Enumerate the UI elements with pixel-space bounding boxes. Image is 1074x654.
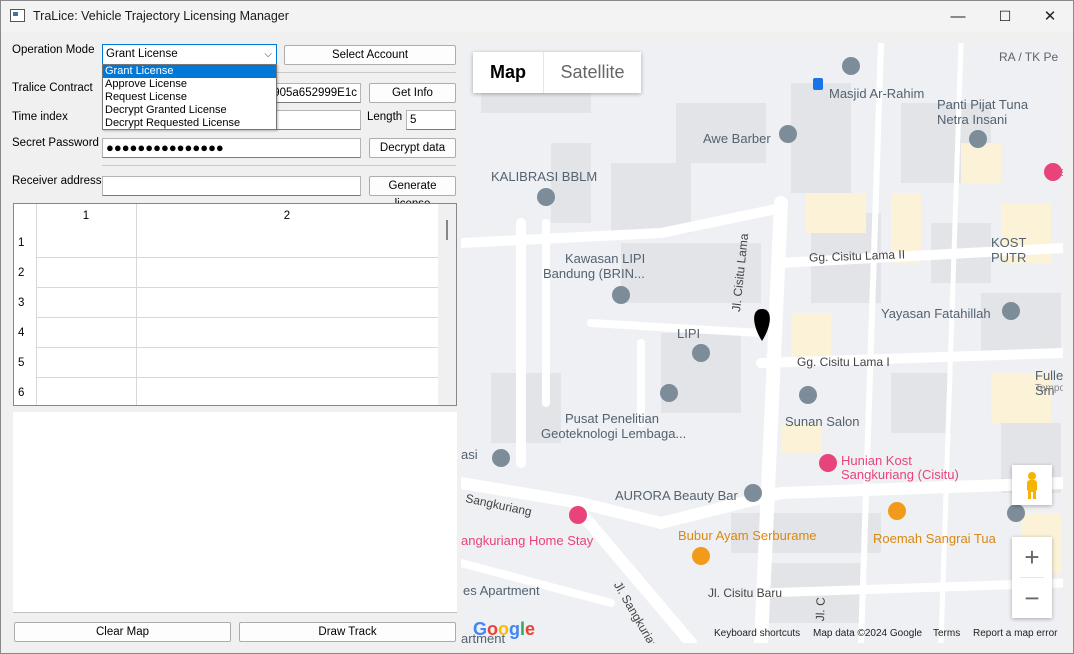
map-label: LIPI [677,326,701,341]
map-label: Hunian Kost [841,453,912,468]
contract-label: Tralice Contract [12,82,93,94]
chevron-down-icon: ⌵ [264,49,272,60]
map-label: Roemah Sangrai Tua [873,531,996,546]
map-label: Panti Pijat Tuna [937,97,1029,112]
select-account-button[interactable]: Select Account [284,45,456,65]
map-label: Sunan Salon [785,414,860,429]
clear-map-button[interactable]: Clear Map [14,622,231,642]
window-title: TraLice: Vehicle Trajectory Licensing Ma… [33,9,289,23]
zoom-controls: + − [1012,537,1052,618]
zoom-out-button[interactable]: − [1012,578,1052,618]
zoom-in-button[interactable]: + [1012,537,1052,577]
map-label: angkuriang Home Stay [461,533,594,548]
map-label: Netra Insani [937,112,1008,127]
map-label: Pusat Penelitian [565,411,659,426]
scrollbar-thumb[interactable] [446,220,448,240]
separator [102,165,456,166]
grid-line [36,204,37,405]
bus-stop-icon [813,78,823,90]
map-label: Kawasan LIPI [565,251,646,266]
map-label: Bubur Ayam Serburame [678,528,817,543]
grid-line [36,377,439,378]
receiver-address-field[interactable] [102,176,361,196]
street-view-pegman[interactable] [1012,465,1052,505]
map-label: AURORA Beauty Bar [615,488,738,503]
draw-track-button[interactable]: Draw Track [239,622,456,642]
map-type-toggle: Map Satellite [473,52,641,93]
dropdown-option[interactable]: Request License [103,91,276,104]
operation-mode-label: Operation Mode [12,44,95,56]
report-map-error-link[interactable]: Report a map error [973,628,1057,639]
receiver-address-label: Receiver address [12,175,102,187]
row-header[interactable]: 6 [14,378,36,405]
app-icon [10,9,25,22]
output-text-area[interactable] [13,412,457,613]
length-field[interactable]: 5 [406,110,456,130]
generate-license-button[interactable]: Generate license [369,176,456,210]
column-header[interactable]: 1 [36,204,136,228]
map-label: Yayasan Fatahillah [881,306,991,321]
minimize-button[interactable]: — [935,1,981,32]
satellite-tab[interactable]: Satellite [544,52,641,93]
row-header[interactable]: 5 [14,348,36,378]
map-label: Gg. Cisitu Lama I [797,355,890,369]
map-label: Jl. Cisitu Baru [708,586,783,600]
terms-link[interactable]: Terms [933,628,960,639]
grid-line [36,347,439,348]
operation-mode-value: Grant License [106,48,178,60]
map-label: KOST PUTR [991,235,1027,265]
map-label: Fas [1045,164,1063,179]
time-index-label: Time index [12,111,68,123]
title-bar: TraLice: Vehicle Trajectory Licensing Ma… [1,1,1073,32]
operation-mode-select[interactable]: Grant License ⌵ [102,44,277,65]
maximize-button[interactable]: ☐ [982,1,1028,32]
dropdown-option[interactable]: Decrypt Granted License [103,104,276,117]
map-label: Masjid Ar-Rahim [829,86,925,101]
length-label: Length [367,111,403,123]
row-header[interactable]: 4 [14,318,36,348]
map-label: es Apartment [463,583,540,598]
grid-line [36,317,439,318]
grid-line [136,204,137,405]
get-info-button[interactable]: Get Info [369,83,456,103]
row-header[interactable]: 2 [14,258,36,288]
grid-line [36,287,439,288]
grid-line [36,257,439,258]
column-header[interactable]: 2 [136,204,438,228]
map-view[interactable]: RA / TK Pe Masjid Ar-Rahim Panti Pijat T… [461,43,1063,643]
map-label: asi [461,447,478,462]
row-header[interactable]: 3 [14,288,36,318]
close-button[interactable]: ✕ [1027,1,1073,32]
map-label: Geoteknologi Lembaga... [541,426,687,441]
map-label: Awe Barber [703,131,771,146]
secret-password-label: Secret Password [12,137,99,149]
pegman-icon [1027,472,1037,499]
dropdown-option[interactable]: Decrypt Requested License [103,117,276,130]
map-label: Tempo [1035,383,1063,394]
secret-password-field[interactable]: ●●●●●●●●●●●●●●● [102,138,361,158]
map-footer: Keyboard shortcuts Map data ©2024 Google… [461,627,1063,643]
dropdown-option[interactable]: Approve License [103,78,276,91]
keyboard-shortcuts-link[interactable]: Keyboard shortcuts [714,628,800,639]
dropdown-option[interactable]: Grant License [103,65,276,78]
map-label: Sangkuriang (Cisitu) [841,467,959,482]
data-table[interactable]: 1 2 1 2 3 4 5 6 [13,203,457,406]
operation-mode-dropdown: Grant License Approve License Request Li… [102,64,277,130]
map-tab[interactable]: Map [473,52,543,93]
map-label: RA / TK Pe [999,50,1059,64]
map-label: Jl. C [813,597,828,622]
map-data-text: Map data ©2024 Google [813,628,923,639]
app-window: TraLice: Vehicle Trajectory Licensing Ma… [0,0,1074,654]
table-scrollbar[interactable] [438,204,456,405]
decrypt-data-button[interactable]: Decrypt data [369,138,456,158]
map-label: KALIBRASI BBLM [491,169,598,184]
row-header[interactable]: 1 [14,228,36,258]
map-label: Bandung (BRIN... [543,266,645,281]
